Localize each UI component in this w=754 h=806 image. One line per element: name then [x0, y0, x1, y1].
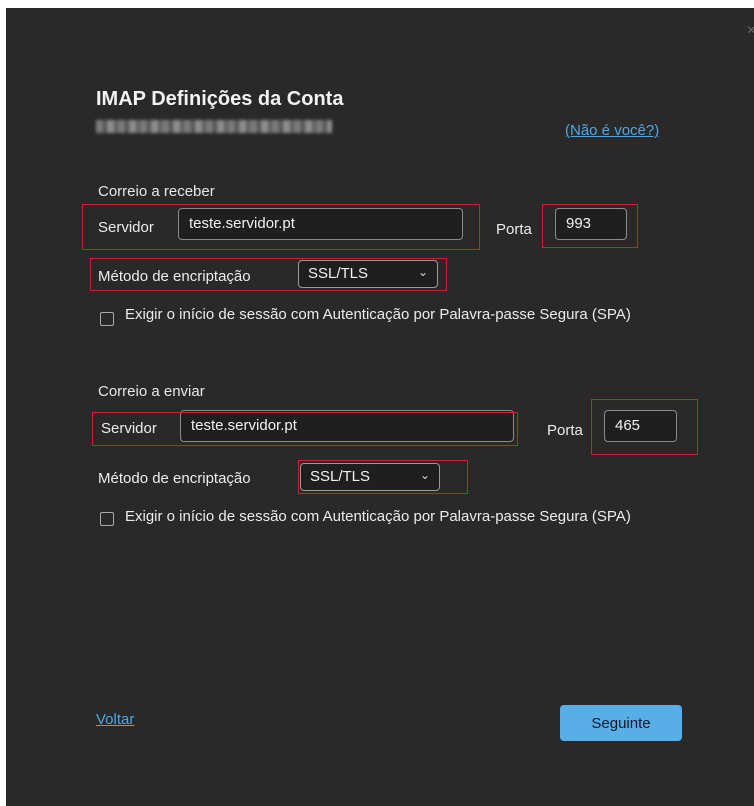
outgoing-encryption-label: Método de encriptação: [98, 470, 251, 487]
redacted-email: [96, 120, 332, 133]
outgoing-server-label: Servidor: [101, 420, 157, 437]
close-icon[interactable]: ×: [747, 22, 754, 40]
outgoing-encryption-value: SSL/TLS: [310, 468, 371, 485]
outgoing-server-input[interactable]: teste.servidor.pt: [180, 410, 514, 442]
page-title: IMAP Definições da Conta: [96, 88, 344, 110]
next-button[interactable]: Seguinte: [560, 705, 682, 741]
chevron-down-icon: ⌄: [417, 265, 428, 279]
outgoing-encryption-select[interactable]: SSL/TLS ⌄: [300, 463, 440, 491]
outgoing-spa-label: Exigir o início de sessão com Autenticaç…: [125, 508, 631, 525]
incoming-section-label: Correio a receber: [98, 183, 215, 200]
incoming-encryption-label: Método de encriptação: [98, 268, 251, 285]
incoming-spa-checkbox[interactable]: [100, 312, 114, 326]
account-settings-dialog: × IMAP Definições da Conta (Não é você?)…: [6, 8, 754, 806]
back-link[interactable]: Voltar: [96, 711, 134, 728]
outgoing-spa-checkbox[interactable]: [100, 512, 114, 526]
incoming-encryption-select[interactable]: SSL/TLS ⌄: [298, 260, 438, 288]
incoming-spa-label: Exigir o início de sessão com Autenticaç…: [125, 306, 631, 323]
incoming-encryption-value: SSL/TLS: [308, 265, 369, 282]
not-you-link[interactable]: (Não é você?): [565, 122, 659, 139]
incoming-server-label: Servidor: [98, 219, 154, 236]
outgoing-port-label: Porta: [547, 422, 583, 439]
chevron-down-icon: ⌄: [419, 468, 430, 482]
outgoing-port-input[interactable]: 465: [604, 410, 677, 442]
incoming-server-input[interactable]: teste.servidor.pt: [178, 208, 463, 240]
outgoing-section-label: Correio a enviar: [98, 383, 205, 400]
incoming-port-input[interactable]: 993: [555, 208, 627, 240]
incoming-port-label: Porta: [496, 221, 532, 238]
